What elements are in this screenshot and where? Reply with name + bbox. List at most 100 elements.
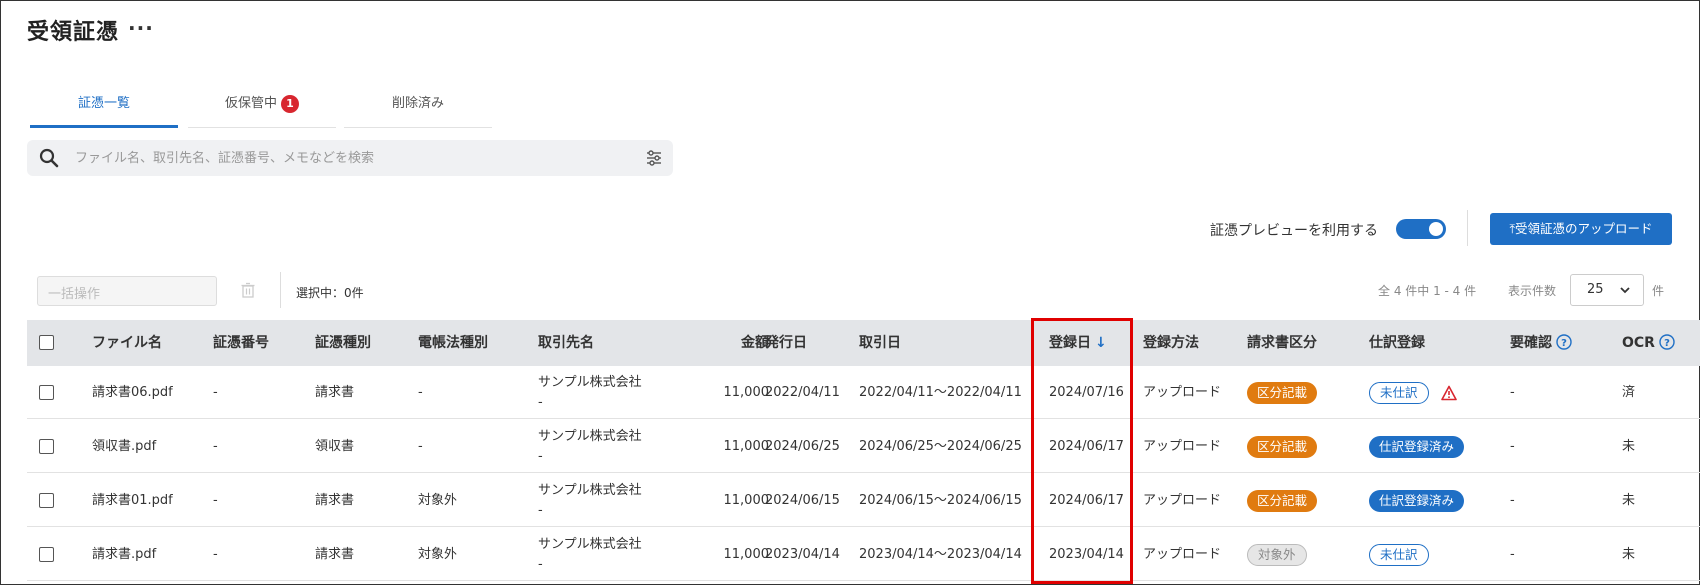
cell-number: -	[213, 547, 218, 562]
bulk-action-select[interactable]: 一括操作	[37, 276, 217, 306]
cell-confirm: -	[1510, 439, 1515, 454]
vendor-name: サンプル株式会社	[538, 537, 642, 552]
column-header-journal[interactable]: 仕訳登録	[1369, 320, 1425, 366]
row-checkbox[interactable]	[39, 493, 54, 508]
cell-issue-date: 2024/06/15	[765, 493, 840, 508]
toggle-knob	[1429, 222, 1443, 236]
per-page-label: 表示件数	[1508, 284, 1557, 298]
preview-toggle[interactable]	[1396, 219, 1446, 239]
more-options-icon[interactable]: ···	[128, 16, 154, 40]
search-bar	[27, 140, 673, 176]
column-header-filename[interactable]: ファイル名	[92, 320, 162, 366]
per-page-value: 25	[1587, 282, 1604, 297]
cell-filename[interactable]: 請求書06.pdf	[92, 366, 173, 419]
column-header-invoice-class[interactable]: 請求書区分	[1247, 320, 1317, 366]
preview-toggle-label: 証憑プレビューを利用する	[1210, 223, 1378, 239]
select-all-checkbox[interactable]	[39, 335, 54, 350]
cell-journal: 仕訳登録済み	[1369, 420, 1465, 473]
row-checkbox[interactable]	[39, 385, 54, 400]
cell-amount: 11,000	[723, 385, 770, 400]
svg-text:?: ?	[1561, 338, 1567, 349]
column-header-ocr[interactable]: OCR?	[1622, 320, 1675, 366]
cell-journal: 未仕訳	[1369, 528, 1429, 581]
cell-amount: 11,000	[723, 439, 770, 454]
tab-label: 仮保管中	[224, 96, 277, 111]
invoice-class-badge: 対象外	[1247, 543, 1307, 566]
tab-document-list[interactable]: 証憑一覧	[30, 84, 178, 128]
cell-ebook: 対象外	[418, 547, 458, 562]
cell-filename[interactable]: 領収書.pdf	[92, 420, 156, 473]
column-header-ebook[interactable]: 電帳法種別	[418, 320, 488, 366]
upload-button[interactable]: ⤒受領証憑のアップロード	[1490, 213, 1672, 245]
table-row[interactable]: 領収書.pdf - 領収書 - サンプル株式会社 - 11,000 2024/06…	[27, 420, 1700, 473]
cell-filename[interactable]: 請求書.pdf	[92, 528, 156, 581]
column-header-confirm[interactable]: 要確認?	[1510, 320, 1572, 366]
vendor-sub: -	[538, 557, 543, 572]
highlight-box	[1031, 318, 1133, 584]
trash-icon[interactable]	[240, 282, 256, 298]
column-header-type[interactable]: 証憑種別	[315, 320, 371, 366]
cell-confirm: -	[1510, 385, 1515, 400]
cell-number: -	[213, 385, 218, 400]
cell-reg-method: アップロード	[1143, 385, 1222, 400]
tab-temporary-storage[interactable]: 仮保管中 1	[188, 84, 336, 128]
journal-status-badge[interactable]: 未仕訳	[1369, 381, 1429, 404]
filter-settings-icon[interactable]	[645, 149, 663, 167]
tab-label: 削除済み	[391, 96, 444, 111]
cell-ocr: 未	[1622, 493, 1636, 508]
table-row[interactable]: 請求書01.pdf - 請求書 対象外 サンプル株式会社 - 11,000 202…	[27, 474, 1700, 527]
tab-bar: 証憑一覧 仮保管中 1 削除済み	[30, 84, 492, 128]
vendor-sub: -	[538, 449, 543, 464]
table-row[interactable]: 請求書06.pdf - 請求書 - サンプル株式会社 - 11,000 2022/…	[27, 366, 1700, 419]
journal-status-badge[interactable]: 未仕訳	[1369, 543, 1429, 566]
per-page-unit: 件	[1652, 284, 1665, 298]
cell-type: 請求書	[315, 385, 355, 400]
invoice-class-badge: 区分記載	[1247, 435, 1318, 458]
tab-deleted[interactable]: 削除済み	[344, 84, 492, 128]
result-range: 全 4 件中 1 - 4 件	[1378, 284, 1477, 298]
cell-ebook: -	[418, 385, 423, 400]
page-title: 受領証憑	[27, 20, 120, 45]
selected-count: 選択中：0件	[296, 286, 364, 300]
row-checkbox[interactable]	[39, 547, 54, 562]
search-icon	[39, 148, 59, 168]
column-header-issue-date[interactable]: 発行日	[765, 320, 807, 366]
cell-type: 請求書	[315, 493, 355, 508]
cell-invoice-class: 区分記載	[1247, 366, 1318, 419]
search-input[interactable]	[75, 146, 635, 170]
column-header-vendor[interactable]: 取引先名	[538, 320, 594, 366]
tab-label: 証憑一覧	[77, 96, 130, 111]
warning-icon	[1440, 385, 1457, 400]
column-header-number[interactable]: 証憑番号	[213, 320, 269, 366]
cell-trade-date: 2023/04/14〜2023/04/14	[859, 547, 1022, 562]
vendor-name: サンプル株式会社	[538, 483, 642, 498]
cell-invoice-class: 区分記載	[1247, 420, 1318, 473]
journal-status-badge[interactable]: 仕訳登録済み	[1369, 435, 1465, 458]
per-page-select[interactable]: 25	[1570, 274, 1644, 306]
cell-number: -	[213, 439, 218, 454]
table-row[interactable]: 請求書.pdf - 請求書 対象外 サンプル株式会社 - 11,000 2023/…	[27, 528, 1700, 581]
help-icon[interactable]: ?	[1556, 334, 1572, 350]
help-icon[interactable]: ?	[1659, 334, 1675, 350]
cell-ocr: 未	[1622, 439, 1636, 454]
cell-ebook: 対象外	[418, 493, 458, 508]
count-badge: 1	[281, 95, 299, 113]
cell-reg-method: アップロード	[1143, 547, 1222, 562]
cell-ocr: 未	[1622, 547, 1636, 562]
cell-issue-date: 2024/06/25	[765, 439, 840, 454]
cell-vendor: サンプル株式会社 -	[538, 535, 642, 575]
invoice-class-badge: 区分記載	[1247, 489, 1318, 512]
cell-invoice-class: 対象外	[1247, 528, 1307, 581]
journal-status-badge[interactable]: 仕訳登録済み	[1369, 489, 1465, 512]
cell-ebook: -	[418, 439, 423, 454]
cell-confirm: -	[1510, 493, 1515, 508]
cell-reg-method: アップロード	[1143, 493, 1222, 508]
column-header-amount[interactable]: 金額	[687, 320, 769, 366]
cell-filename[interactable]: 請求書01.pdf	[92, 474, 173, 527]
cell-confirm: -	[1510, 547, 1515, 562]
row-checkbox[interactable]	[39, 439, 54, 454]
cell-vendor: サンプル株式会社 -	[538, 481, 642, 521]
column-header-reg-method[interactable]: 登録方法	[1143, 320, 1199, 366]
column-header-trade-date[interactable]: 取引日	[859, 320, 901, 366]
cell-reg-method: アップロード	[1143, 439, 1222, 454]
